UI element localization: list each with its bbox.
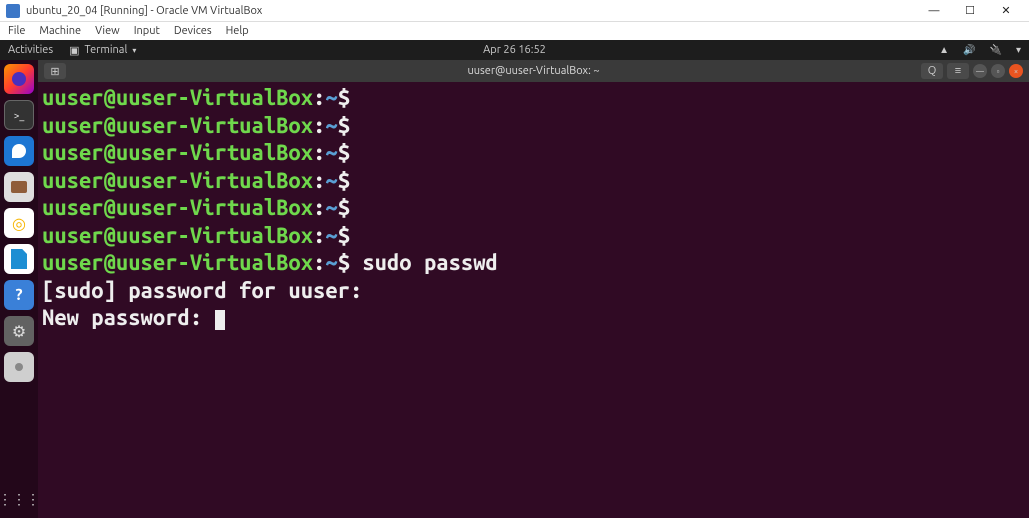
prompt-symbol: $ bbox=[338, 113, 363, 138]
terminal-output-line: New password: bbox=[42, 304, 1025, 332]
terminal-command: sudo passwd bbox=[362, 250, 498, 275]
terminal-body[interactable]: uuser@uuser-VirtualBox:~$ uuser@uuser-Vi… bbox=[38, 82, 1029, 518]
terminal-newtab-button[interactable]: ⊞ bbox=[44, 63, 66, 79]
network-icon: ▲ bbox=[939, 44, 949, 56]
prompt-path: ~ bbox=[325, 250, 337, 275]
topbar-app-menu[interactable]: ▣ Terminal ▾ bbox=[69, 44, 136, 57]
prompt-path: ~ bbox=[325, 195, 337, 220]
prompt-symbol: $ bbox=[338, 140, 363, 165]
prompt-path: ~ bbox=[325, 168, 337, 193]
prompt-symbol: $ bbox=[338, 223, 363, 248]
dock-settings-icon[interactable] bbox=[4, 316, 34, 346]
dock: ⋮⋮⋮ bbox=[0, 60, 38, 518]
prompt-colon: : bbox=[313, 140, 325, 165]
terminal-line: uuser@uuser-VirtualBox:~$ bbox=[42, 222, 1025, 250]
dock-firefox-icon[interactable] bbox=[4, 64, 34, 94]
dock-show-apps-button[interactable]: ⋮⋮⋮ bbox=[0, 491, 40, 508]
dock-thunderbird-icon[interactable] bbox=[4, 136, 34, 166]
dock-help-icon[interactable] bbox=[4, 280, 34, 310]
topbar-clock[interactable]: Apr 26 16:52 bbox=[483, 44, 546, 56]
prompt-path: ~ bbox=[325, 140, 337, 165]
status-caret-icon: ▾ bbox=[1016, 44, 1021, 56]
dock-rhythmbox-icon[interactable] bbox=[4, 208, 34, 238]
dock-libreoffice-icon[interactable] bbox=[4, 244, 34, 274]
dock-terminal-icon[interactable] bbox=[4, 100, 34, 130]
gnome-topbar: Activities ▣ Terminal ▾ Apr 26 16:52 ▲ 🔊… bbox=[0, 40, 1029, 60]
guest-screen: Activities ▣ Terminal ▾ Apr 26 16:52 ▲ 🔊… bbox=[0, 40, 1029, 518]
virtualbox-icon bbox=[6, 4, 20, 18]
prompt-colon: : bbox=[313, 195, 325, 220]
terminal-cursor bbox=[215, 310, 225, 330]
prompt-symbol: $ bbox=[338, 168, 363, 193]
terminal-maximize-button[interactable]: ▫ bbox=[991, 64, 1005, 78]
host-menubar: File Machine View Input Devices Help bbox=[0, 22, 1029, 40]
terminal-line: uuser@uuser-VirtualBox:~$ bbox=[42, 139, 1025, 167]
terminal-line: uuser@uuser-VirtualBox:~$ sudo passwd bbox=[42, 249, 1025, 277]
terminal-window-title: uuser@uuser-VirtualBox: ~ bbox=[467, 65, 599, 77]
terminal-menu-button[interactable]: ≡ bbox=[947, 63, 969, 79]
prompt-user: uuser@uuser-VirtualBox bbox=[42, 223, 313, 248]
host-menu-devices[interactable]: Devices bbox=[174, 25, 212, 37]
terminal-titlebar: ⊞ uuser@uuser-VirtualBox: ~ Q ≡ — ▫ × bbox=[38, 60, 1029, 82]
prompt-path: ~ bbox=[325, 223, 337, 248]
host-maximize-button[interactable]: ☐ bbox=[953, 2, 987, 20]
terminal-search-button[interactable]: Q bbox=[921, 63, 943, 79]
prompt-user: uuser@uuser-VirtualBox bbox=[42, 168, 313, 193]
host-window-titlebar: ubuntu_20_04 [Running] - Oracle VM Virtu… bbox=[0, 0, 1029, 22]
prompt-colon: : bbox=[313, 223, 325, 248]
terminal-line: uuser@uuser-VirtualBox:~$ bbox=[42, 167, 1025, 195]
prompt-user: uuser@uuser-VirtualBox bbox=[42, 140, 313, 165]
host-minimize-button[interactable]: — bbox=[917, 2, 951, 20]
terminal-line: uuser@uuser-VirtualBox:~$ bbox=[42, 194, 1025, 222]
terminal-line: uuser@uuser-VirtualBox:~$ bbox=[42, 84, 1025, 112]
host-menu-machine[interactable]: Machine bbox=[39, 25, 81, 37]
host-menu-help[interactable]: Help bbox=[226, 25, 249, 37]
prompt-symbol: $ bbox=[338, 195, 363, 220]
topbar-status-area[interactable]: ▲ 🔊 🔌 ▾ bbox=[939, 44, 1021, 56]
terminal-minimize-button[interactable]: — bbox=[973, 64, 987, 78]
terminal-output-line: [sudo] password for uuser: bbox=[42, 277, 1025, 305]
power-icon: 🔌 bbox=[990, 44, 1002, 56]
activities-button[interactable]: Activities bbox=[8, 44, 53, 56]
topbar-app-label: Terminal bbox=[85, 44, 128, 56]
prompt-user: uuser@uuser-VirtualBox bbox=[42, 195, 313, 220]
prompt-user: uuser@uuser-VirtualBox bbox=[42, 113, 313, 138]
terminal-close-button[interactable]: × bbox=[1009, 64, 1023, 78]
prompt-path: ~ bbox=[325, 113, 337, 138]
prompt-colon: : bbox=[313, 250, 325, 275]
dock-files-icon[interactable] bbox=[4, 172, 34, 202]
host-close-button[interactable]: ✕ bbox=[989, 2, 1023, 20]
host-menu-input[interactable]: Input bbox=[134, 25, 160, 37]
prompt-path: ~ bbox=[325, 85, 337, 110]
volume-icon: 🔊 bbox=[963, 44, 975, 56]
chevron-down-icon: ▾ bbox=[132, 46, 136, 55]
prompt-colon: : bbox=[313, 85, 325, 110]
host-menu-view[interactable]: View bbox=[95, 25, 120, 37]
dock-disc-icon[interactable] bbox=[4, 352, 34, 382]
terminal-line: uuser@uuser-VirtualBox:~$ bbox=[42, 112, 1025, 140]
prompt-user: uuser@uuser-VirtualBox bbox=[42, 250, 313, 275]
terminal-small-icon: ▣ bbox=[69, 44, 79, 57]
prompt-symbol: $ bbox=[338, 85, 363, 110]
prompt-colon: : bbox=[313, 113, 325, 138]
host-window-title: ubuntu_20_04 [Running] - Oracle VM Virtu… bbox=[26, 5, 917, 17]
prompt-symbol: $ bbox=[338, 250, 363, 275]
prompt-colon: : bbox=[313, 168, 325, 193]
prompt-user: uuser@uuser-VirtualBox bbox=[42, 85, 313, 110]
host-menu-file[interactable]: File bbox=[8, 25, 25, 37]
